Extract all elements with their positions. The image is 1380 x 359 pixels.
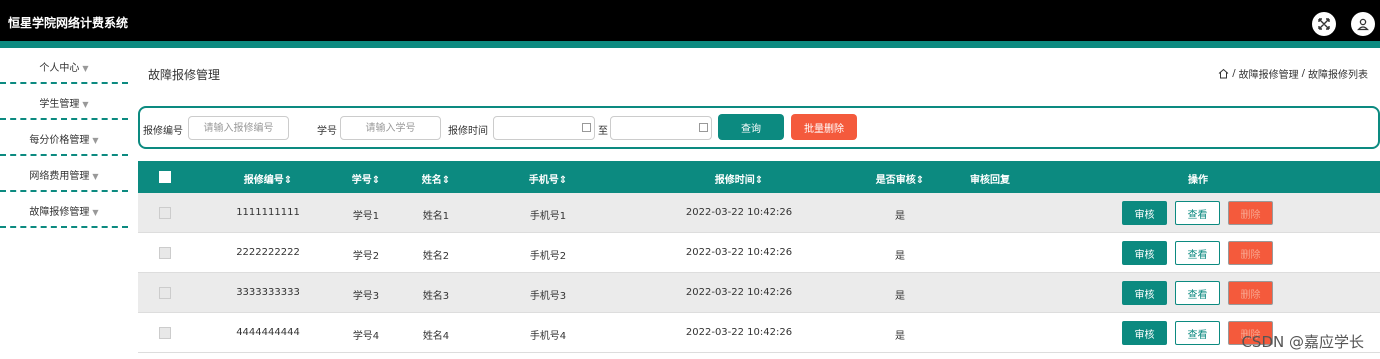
- column-header-name[interactable]: 姓名⇕: [406, 171, 466, 186]
- cell-student-no: 学号1: [352, 211, 380, 222]
- sidebar-item-personal-center[interactable]: 个人中心 ▼: [0, 48, 128, 84]
- breadcrumb: / 故障报修管理 / 故障报修列表: [1218, 66, 1368, 81]
- user-menu-button[interactable]: [1351, 12, 1375, 36]
- cell-audited: 是: [895, 331, 905, 342]
- delete-button[interactable]: 删除: [1228, 201, 1273, 225]
- cell-phone: 手机号4: [529, 331, 567, 342]
- delete-button[interactable]: 删除: [1228, 241, 1273, 265]
- cell-phone: 手机号2: [529, 251, 567, 262]
- top-bar: 恒星学院网络计费系统: [0, 0, 1380, 41]
- main-content: 故障报修管理 / 故障报修管理 / 故障报修列表 报修编号 学号 报修时间 至 …: [128, 48, 1380, 359]
- sidebar-item-students[interactable]: 学生管理 ▼: [0, 84, 128, 120]
- cell-student-no: 学号2: [352, 251, 380, 262]
- audit-button[interactable]: 审核: [1122, 281, 1167, 305]
- table-row: 3333333333 学号3 姓名3 手机号3 2022-03-22 10:42…: [138, 273, 1380, 313]
- home-icon[interactable]: [1218, 68, 1229, 79]
- batch-delete-button[interactable]: 批量删除: [791, 114, 857, 140]
- view-button[interactable]: 查看: [1175, 201, 1220, 225]
- cell-repair-no: 4444444444: [236, 327, 300, 338]
- row-checkbox[interactable]: [159, 247, 171, 259]
- sidebar-item-repairs[interactable]: 故障报修管理 ▼: [0, 192, 128, 228]
- breadcrumb-separator: /: [1232, 68, 1236, 79]
- cell-repair-no: 1111111111: [236, 207, 300, 218]
- cell-phone: 手机号3: [529, 291, 567, 302]
- search-panel: 报修编号 学号 报修时间 至 查询 批量删除: [138, 106, 1380, 149]
- repair-time-end-input[interactable]: [610, 116, 712, 140]
- audit-button[interactable]: 审核: [1122, 241, 1167, 265]
- breadcrumb-separator: /: [1301, 68, 1305, 79]
- chevron-down-icon: ▼: [82, 64, 89, 73]
- chevron-down-icon: ▼: [82, 100, 89, 109]
- cell-phone: 手机号1: [529, 211, 567, 222]
- column-header-phone[interactable]: 手机号⇕: [493, 171, 603, 186]
- cell-repair-time: 2022-03-22 10:42:26: [685, 207, 793, 218]
- cell-repair-no: 2222222222: [236, 247, 300, 258]
- student-no-label: 学号: [317, 126, 337, 137]
- breadcrumb-item-repair-management[interactable]: 故障报修管理: [1239, 66, 1299, 81]
- select-all-checkbox[interactable]: [159, 171, 171, 183]
- fullscreen-button[interactable]: [1312, 12, 1336, 36]
- column-header-actions: 操作: [1188, 175, 1208, 186]
- repair-time-label: 报修时间: [448, 126, 488, 137]
- student-no-input[interactable]: [340, 116, 441, 140]
- cell-name: 姓名2: [422, 251, 450, 262]
- sidebar-item-label: 每分价格管理: [29, 135, 90, 146]
- chevron-down-icon: ▼: [92, 172, 99, 181]
- row-checkbox[interactable]: [159, 327, 171, 339]
- accent-strip: [0, 41, 1380, 48]
- cell-name: 姓名4: [422, 331, 450, 342]
- table-row: 2222222222 学号2 姓名2 手机号2 2022-03-22 10:42…: [138, 233, 1380, 273]
- sidebar-item-label: 网络费用管理: [29, 171, 90, 182]
- cell-name: 姓名3: [422, 291, 450, 302]
- cell-student-no: 学号3: [352, 291, 380, 302]
- view-button[interactable]: 查看: [1175, 241, 1220, 265]
- sidebar: 个人中心 ▼ 学生管理 ▼ 每分价格管理 ▼ 网络费用管理 ▼ 故障报修管理 ▼: [0, 48, 128, 359]
- sidebar-item-network-fees[interactable]: 网络费用管理 ▼: [0, 156, 128, 192]
- table-header: 报修编号⇕ 学号⇕ 姓名⇕ 手机号⇕ 报修时间⇕ 是否审核⇕ 审核回复 操作: [138, 161, 1380, 193]
- view-button[interactable]: 查看: [1175, 321, 1220, 345]
- cell-repair-time: 2022-03-22 10:42:26: [685, 247, 793, 258]
- table-row: 1111111111 学号1 姓名1 手机号1 2022-03-22 10:42…: [138, 193, 1380, 233]
- column-header-audited[interactable]: 是否审核⇕: [850, 171, 950, 186]
- column-header-repair-no[interactable]: 报修编号⇕: [208, 171, 328, 186]
- cell-audited: 是: [895, 211, 905, 222]
- view-button[interactable]: 查看: [1175, 281, 1220, 305]
- cell-audited: 是: [895, 251, 905, 262]
- range-to-label: 至: [598, 126, 608, 137]
- cell-student-no: 学号4: [352, 331, 380, 342]
- cell-repair-no: 3333333333: [236, 287, 300, 298]
- calendar-icon: [699, 123, 708, 132]
- repair-time-start-input[interactable]: [493, 116, 595, 140]
- cell-repair-time: 2022-03-22 10:42:26: [685, 327, 793, 338]
- cell-name: 姓名1: [422, 211, 450, 222]
- row-checkbox[interactable]: [159, 287, 171, 299]
- expand-icon: [1318, 18, 1330, 30]
- chevron-down-icon: ▼: [92, 136, 99, 145]
- column-header-repair-time[interactable]: 报修时间⇕: [654, 171, 824, 186]
- sidebar-item-label: 故障报修管理: [29, 207, 90, 218]
- query-button[interactable]: 查询: [718, 114, 784, 140]
- sidebar-item-label: 学生管理: [39, 99, 80, 110]
- user-icon: [1357, 18, 1369, 31]
- cell-repair-time: 2022-03-22 10:42:26: [685, 287, 793, 298]
- audit-button[interactable]: 审核: [1122, 321, 1167, 345]
- audit-button[interactable]: 审核: [1122, 201, 1167, 225]
- sidebar-item-label: 个人中心: [39, 63, 80, 74]
- calendar-icon: [582, 123, 591, 132]
- sidebar-item-price[interactable]: 每分价格管理 ▼: [0, 120, 128, 156]
- column-header-reply: 审核回复: [970, 175, 1010, 186]
- cell-audited: 是: [895, 291, 905, 302]
- breadcrumb-item-repair-list: 故障报修列表: [1308, 70, 1368, 81]
- repair-no-label: 报修编号: [143, 126, 183, 137]
- table-row: 4444444444 学号4 姓名4 手机号4 2022-03-22 10:42…: [138, 313, 1380, 353]
- app-title: 恒星学院网络计费系统: [8, 16, 129, 30]
- delete-button[interactable]: 删除: [1228, 281, 1273, 305]
- watermark: CSDN @嘉应学长: [1241, 333, 1364, 351]
- repair-no-input[interactable]: [188, 116, 289, 140]
- page-title: 故障报修管理: [148, 68, 221, 82]
- row-checkbox[interactable]: [159, 207, 171, 219]
- column-header-student-no[interactable]: 学号⇕: [336, 171, 396, 186]
- chevron-down-icon: ▼: [92, 208, 99, 217]
